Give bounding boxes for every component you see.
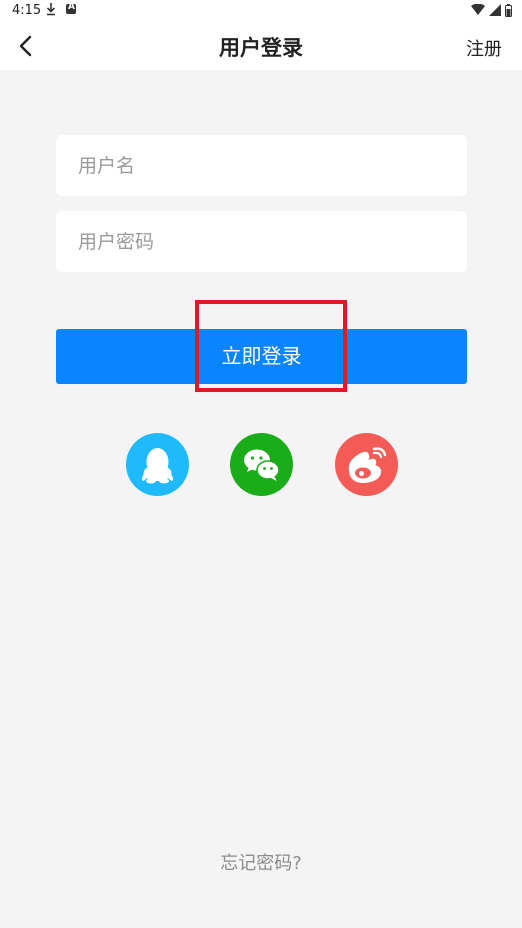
status-time: 4:15 xyxy=(12,3,42,18)
download-icon xyxy=(46,3,56,16)
wechat-login-button[interactable] xyxy=(230,433,293,496)
password-field-container xyxy=(56,211,467,272)
login-button[interactable]: 立即登录 xyxy=(56,329,467,384)
username-input[interactable] xyxy=(56,135,467,196)
qq-penguin-icon xyxy=(141,448,174,484)
app-bar: 用户登录 注册 xyxy=(0,22,522,70)
username-field-container xyxy=(56,135,467,196)
weibo-login-button[interactable] xyxy=(335,433,398,496)
wifi-icon xyxy=(471,4,485,15)
page-title: 用户登录 xyxy=(219,36,303,60)
forgot-password-link[interactable]: 忘记密码? xyxy=(0,849,522,875)
weibo-icon xyxy=(348,447,387,483)
app-notification-icon xyxy=(66,2,76,14)
status-bar: 4:15 xyxy=(0,0,522,22)
password-input[interactable] xyxy=(56,211,467,272)
signal-icon xyxy=(489,4,501,16)
battery-icon xyxy=(505,3,512,17)
qq-login-button[interactable] xyxy=(126,433,189,496)
register-link[interactable]: 注册 xyxy=(466,35,502,61)
wechat-icon xyxy=(244,449,280,481)
